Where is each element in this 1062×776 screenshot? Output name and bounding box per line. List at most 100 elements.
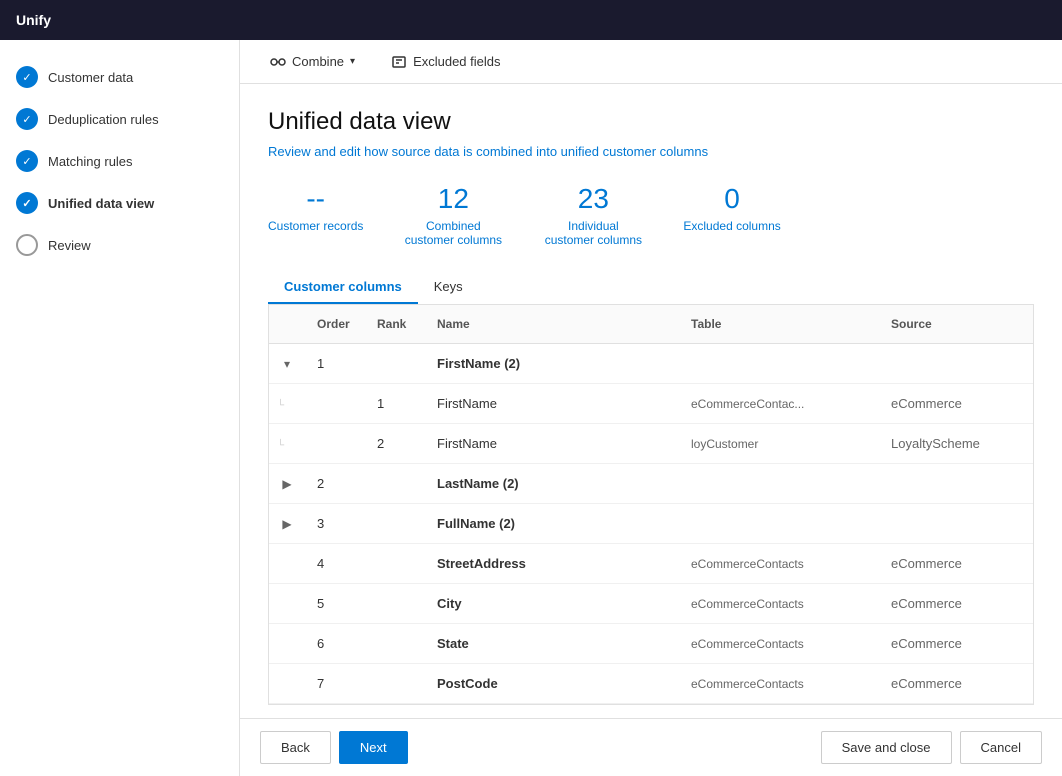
footer-right: Save and close Cancel: [821, 731, 1042, 764]
sub-indent-1: └: [269, 390, 309, 417]
row-name-firstname: FirstName (2): [429, 350, 683, 377]
footer-left: Back Next: [260, 731, 408, 764]
sub-source-1: eCommerce: [883, 390, 1033, 417]
excluded-fields-icon: [391, 54, 407, 70]
row-rank-city: [369, 598, 429, 610]
sub-table-1: eCommerceContac...: [683, 391, 883, 417]
expand-collapse-fullname[interactable]: ▶: [277, 514, 297, 534]
col-header-name: Name: [429, 313, 683, 335]
back-button[interactable]: Back: [260, 731, 331, 764]
table-row: 4 StreetAddress eCommerceContacts eComme…: [269, 544, 1033, 584]
row-order-firstname: 1: [309, 350, 369, 377]
row-source-street: eCommerce: [883, 550, 1033, 577]
sub-source-2: LoyaltyScheme: [883, 430, 1033, 457]
sub-indent-2: └: [269, 430, 309, 457]
table-row: 7 PostCode eCommerceContacts eCommerce: [269, 664, 1033, 704]
stat-combined-columns: 12 Combined customer columns: [403, 183, 503, 247]
step-icon-customer-data: ✓: [16, 66, 38, 88]
sidebar-item-deduplication-rules[interactable]: ✓ Deduplication rules: [0, 98, 239, 140]
stat-label-combined: Combined customer columns: [403, 219, 503, 247]
sidebar: ✓ Customer data ✓ Deduplication rules ✓ …: [0, 40, 240, 776]
stats-row: -- Customer records 12 Combined customer…: [268, 183, 1034, 247]
row-source-postcode: eCommerce: [883, 670, 1033, 697]
table-body: ▾ 1 FirstName (2) └ 1: [269, 344, 1033, 704]
col-header-order: Order: [309, 313, 369, 335]
sub-rank-2: 2: [369, 430, 429, 457]
table-header: Order Rank Name Table Source: [269, 305, 1033, 344]
sidebar-item-customer-data[interactable]: ✓ Customer data: [0, 56, 239, 98]
row-source-lastname: [883, 478, 1033, 490]
expand-collapse-firstname[interactable]: ▾: [277, 354, 297, 374]
sidebar-label-customer-data: Customer data: [48, 70, 133, 85]
col-header-chevron: [269, 313, 309, 335]
page-subtitle: Review and edit how source data is combi…: [268, 144, 1034, 159]
stat-value-excluded: 0: [683, 183, 780, 215]
row-chevron-firstname[interactable]: ▾: [269, 348, 309, 380]
row-chevron-fullname[interactable]: ▶: [269, 508, 309, 540]
step-icon-unified: ✓: [16, 192, 38, 214]
sidebar-label-matching: Matching rules: [48, 154, 133, 169]
table-row: ▶ 2 LastName (2): [269, 464, 1033, 504]
stat-excluded-columns: 0 Excluded columns: [683, 183, 780, 247]
row-name-city: City: [429, 590, 683, 617]
cancel-button[interactable]: Cancel: [960, 731, 1042, 764]
stat-label-excluded: Excluded columns: [683, 219, 780, 233]
row-chevron-lastname[interactable]: ▶: [269, 468, 309, 500]
save-close-button[interactable]: Save and close: [821, 731, 952, 764]
step-icon-matching: ✓: [16, 150, 38, 172]
row-rank-postcode: [369, 678, 429, 690]
sub-table-2: loyCustomer: [683, 431, 883, 457]
page-title: Unified data view: [268, 108, 1034, 136]
combine-chevron-icon: ▾: [350, 56, 355, 67]
table-row: 6 State eCommerceContacts eCommerce: [269, 624, 1033, 664]
combine-label: Combine: [292, 54, 344, 69]
tab-keys[interactable]: Keys: [418, 271, 479, 304]
row-table-street: eCommerceContacts: [683, 551, 883, 577]
step-icon-dedup: ✓: [16, 108, 38, 130]
app-title: Unify: [16, 12, 51, 28]
row-chevron-postcode: [269, 678, 309, 690]
row-table-fullname: [683, 518, 883, 530]
sub-order-1: [309, 398, 369, 410]
row-name-postcode: PostCode: [429, 670, 683, 697]
row-rank-lastname: [369, 478, 429, 490]
row-chevron-street: [269, 558, 309, 570]
table-row: 5 City eCommerceContacts eCommerce: [269, 584, 1033, 624]
table-row: ▾ 1 FirstName (2): [269, 344, 1033, 384]
row-table-lastname: [683, 478, 883, 490]
row-source-fullname: [883, 518, 1033, 530]
stat-value-combined: 12: [403, 183, 503, 215]
row-name-street: StreetAddress: [429, 550, 683, 577]
content-area: Combine ▾ Excluded fields Unified data v…: [240, 40, 1062, 776]
row-rank-street: [369, 558, 429, 570]
stat-value-customer-records: --: [268, 183, 363, 215]
row-name-fullname: FullName (2): [429, 510, 683, 537]
excluded-fields-label: Excluded fields: [413, 54, 500, 69]
row-table-state: eCommerceContacts: [683, 631, 883, 657]
top-bar: Unify: [0, 0, 1062, 40]
row-order-city: 5: [309, 590, 369, 617]
sidebar-item-matching-rules[interactable]: ✓ Matching rules: [0, 140, 239, 182]
sidebar-item-unified-data-view[interactable]: ✓ Unified data view: [0, 182, 239, 224]
next-button[interactable]: Next: [339, 731, 408, 764]
row-order-fullname: 3: [309, 510, 369, 537]
sub-name-2: FirstName: [429, 430, 683, 457]
excluded-fields-button[interactable]: Excluded fields: [381, 48, 510, 76]
row-name-lastname: LastName (2): [429, 470, 683, 497]
row-table-postcode: eCommerceContacts: [683, 671, 883, 697]
expand-collapse-lastname[interactable]: ▶: [277, 474, 297, 494]
sidebar-item-review[interactable]: Review: [0, 224, 239, 266]
row-order-postcode: 7: [309, 670, 369, 697]
sidebar-label-review: Review: [48, 238, 91, 253]
stat-label-customer-records: Customer records: [268, 219, 363, 233]
row-rank-fullname: [369, 518, 429, 530]
stat-value-individual: 23: [543, 183, 643, 215]
row-order-street: 4: [309, 550, 369, 577]
tab-customer-columns[interactable]: Customer columns: [268, 271, 418, 304]
table-row: ▶ 3 FullName (2): [269, 504, 1033, 544]
stat-individual-columns: 23 Individual customer columns: [543, 183, 643, 247]
col-header-rank: Rank: [369, 313, 429, 335]
row-table-firstname: [683, 358, 883, 370]
sub-rank-1: 1: [369, 390, 429, 417]
combine-button[interactable]: Combine ▾: [260, 48, 365, 76]
